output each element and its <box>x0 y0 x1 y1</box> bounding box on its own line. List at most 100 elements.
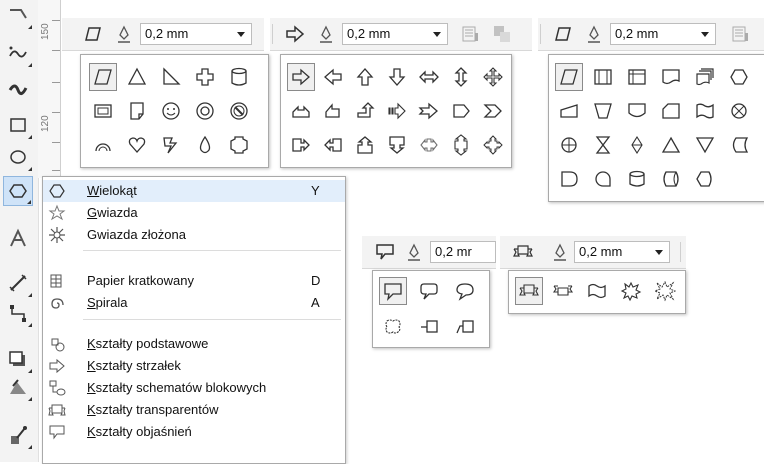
shape-arrow-down[interactable] <box>383 63 411 91</box>
flow-stored-data[interactable] <box>725 131 753 159</box>
flow-card[interactable] <box>657 97 685 125</box>
shape-no-symbol[interactable] <box>225 97 253 125</box>
menu-item-star[interactable]: Gwiazda <box>43 202 345 224</box>
shape-callout-arrow-up[interactable] <box>351 131 379 159</box>
shape-arrow-left[interactable] <box>319 63 347 91</box>
arrow-shapes-picker[interactable] <box>284 23 306 45</box>
shape-arrow-quad[interactable] <box>479 63 507 91</box>
shape-arc[interactable] <box>89 131 117 159</box>
flow-or[interactable] <box>555 131 583 159</box>
shape-arrow-left-right[interactable] <box>415 63 443 91</box>
callout-line[interactable] <box>415 313 443 341</box>
shape-callout-arrow-lr[interactable] <box>415 131 443 159</box>
shape-arrow-right[interactable] <box>287 63 315 91</box>
outline-width-dropdown[interactable]: 0,2 mm <box>342 23 448 45</box>
menu-item-basic-shapes[interactable]: Kształty podstawowe <box>43 333 345 355</box>
callout-shapes-picker[interactable] <box>374 241 396 263</box>
flow-magnetic-disk[interactable] <box>623 165 651 193</box>
menu-item-banner-shapes[interactable]: Kształty transparentów <box>43 399 345 421</box>
shape-callout-arrow-down[interactable] <box>383 131 411 159</box>
callout-bent-line[interactable] <box>451 313 479 341</box>
flow-summing-junction[interactable] <box>725 97 753 125</box>
banner-ribbon-down[interactable] <box>549 277 577 305</box>
shape-lightning[interactable] <box>157 131 185 159</box>
transparency-tool[interactable] <box>3 372 33 402</box>
shape-frame[interactable] <box>89 97 117 125</box>
shape-triangle[interactable] <box>123 63 151 91</box>
shape-callout-arrow-ud[interactable] <box>447 131 475 159</box>
callout-oval[interactable] <box>451 277 479 305</box>
flow-punched-tape[interactable] <box>691 97 719 125</box>
menu-item-arrow-shapes[interactable]: Kształty strzałek <box>43 355 345 377</box>
flow-display[interactable] <box>691 165 719 193</box>
flow-sequential-storage[interactable] <box>589 165 617 193</box>
shape-arrow-u-turn[interactable] <box>287 97 315 125</box>
shape-folded-corner[interactable] <box>123 97 151 125</box>
menu-item-polygon[interactable]: Wielokąt Y <box>43 180 345 202</box>
flow-direct-access[interactable] <box>657 165 685 193</box>
shape-arrow-striped[interactable] <box>383 97 411 125</box>
menu-item-spiral[interactable]: Spirala A <box>43 292 345 314</box>
shape-pentagon-arrow[interactable] <box>447 97 475 125</box>
flow-sort[interactable] <box>623 131 651 159</box>
freehand-tool[interactable] <box>3 38 33 68</box>
flowchart-shapes-picker[interactable] <box>552 23 574 45</box>
flow-predefined-process[interactable] <box>589 63 617 91</box>
shape-arrow-up[interactable] <box>351 63 379 91</box>
drop-shadow-tool[interactable] <box>3 344 33 374</box>
polygon-tool[interactable] <box>3 176 33 206</box>
outline-width-dropdown[interactable]: 0,2 mm <box>574 241 670 263</box>
shape-chevron[interactable] <box>479 97 507 125</box>
wrap-text-button[interactable] <box>730 24 750 44</box>
flow-internal-storage[interactable] <box>623 63 651 91</box>
shape-plaque[interactable] <box>225 131 253 159</box>
menu-item-complex-star[interactable]: Gwiazda złożona <box>43 224 345 246</box>
outline-width-dropdown[interactable]: 0,2 mr <box>430 241 496 263</box>
shape-drop[interactable] <box>191 131 219 159</box>
flow-extract[interactable] <box>657 131 685 159</box>
flow-document[interactable] <box>657 63 685 91</box>
menu-item-graph-paper[interactable]: Papier kratkowany D <box>43 270 345 292</box>
shape-arrow-bent-left[interactable] <box>319 97 347 125</box>
fill-tool[interactable] <box>3 420 33 450</box>
flow-data[interactable] <box>555 63 583 91</box>
callout-cloud[interactable] <box>379 313 407 341</box>
banner-explosion-2[interactable] <box>651 277 679 305</box>
flow-collate[interactable] <box>589 131 617 159</box>
shape-callout-arrow-left[interactable] <box>319 131 347 159</box>
banner-explosion-1[interactable] <box>617 277 645 305</box>
shape-cross[interactable] <box>191 63 219 91</box>
flow-preparation[interactable] <box>725 63 753 91</box>
outline-width-dropdown[interactable]: 0,2 mm <box>140 23 252 45</box>
pick-tool[interactable] <box>3 0 33 30</box>
callout-rectangle[interactable] <box>379 277 407 305</box>
shape-arrow-bent-up[interactable] <box>351 97 379 125</box>
basic-shapes-picker[interactable] <box>82 23 104 45</box>
callout-rounded[interactable] <box>415 277 443 305</box>
shape-right-triangle[interactable] <box>157 63 185 91</box>
connector-tool[interactable] <box>3 298 33 328</box>
ellipse-tool[interactable] <box>3 142 33 172</box>
wrap-text-button[interactable] <box>460 24 480 44</box>
outline-width-dropdown[interactable]: 0,2 mm <box>610 23 716 45</box>
menu-item-flowchart-shapes[interactable]: Kształty schematów blokowych <box>43 377 345 399</box>
shape-callout-arrow-right[interactable] <box>287 131 315 159</box>
shape-heart[interactable] <box>123 131 151 159</box>
shape-callout-arrow-quad[interactable] <box>479 131 507 159</box>
shape-smiley[interactable] <box>157 97 185 125</box>
text-tool[interactable] <box>3 224 33 254</box>
dimension-tool[interactable] <box>3 268 33 298</box>
shape-arrow-notched[interactable] <box>415 97 443 125</box>
flow-merge[interactable] <box>691 131 719 159</box>
shape-parallelogram[interactable] <box>89 63 117 91</box>
shape-donut[interactable] <box>191 97 219 125</box>
to-front-button[interactable] <box>492 24 512 44</box>
banner-shapes-picker[interactable] <box>512 241 534 263</box>
flow-multidocument[interactable] <box>691 63 719 91</box>
flow-offpage[interactable] <box>623 97 651 125</box>
banner-wave[interactable] <box>583 277 611 305</box>
flow-manual-operation[interactable] <box>589 97 617 125</box>
artistic-media-tool[interactable] <box>3 74 33 104</box>
shape-cylinder[interactable] <box>225 63 253 91</box>
flow-delay[interactable] <box>555 165 583 193</box>
